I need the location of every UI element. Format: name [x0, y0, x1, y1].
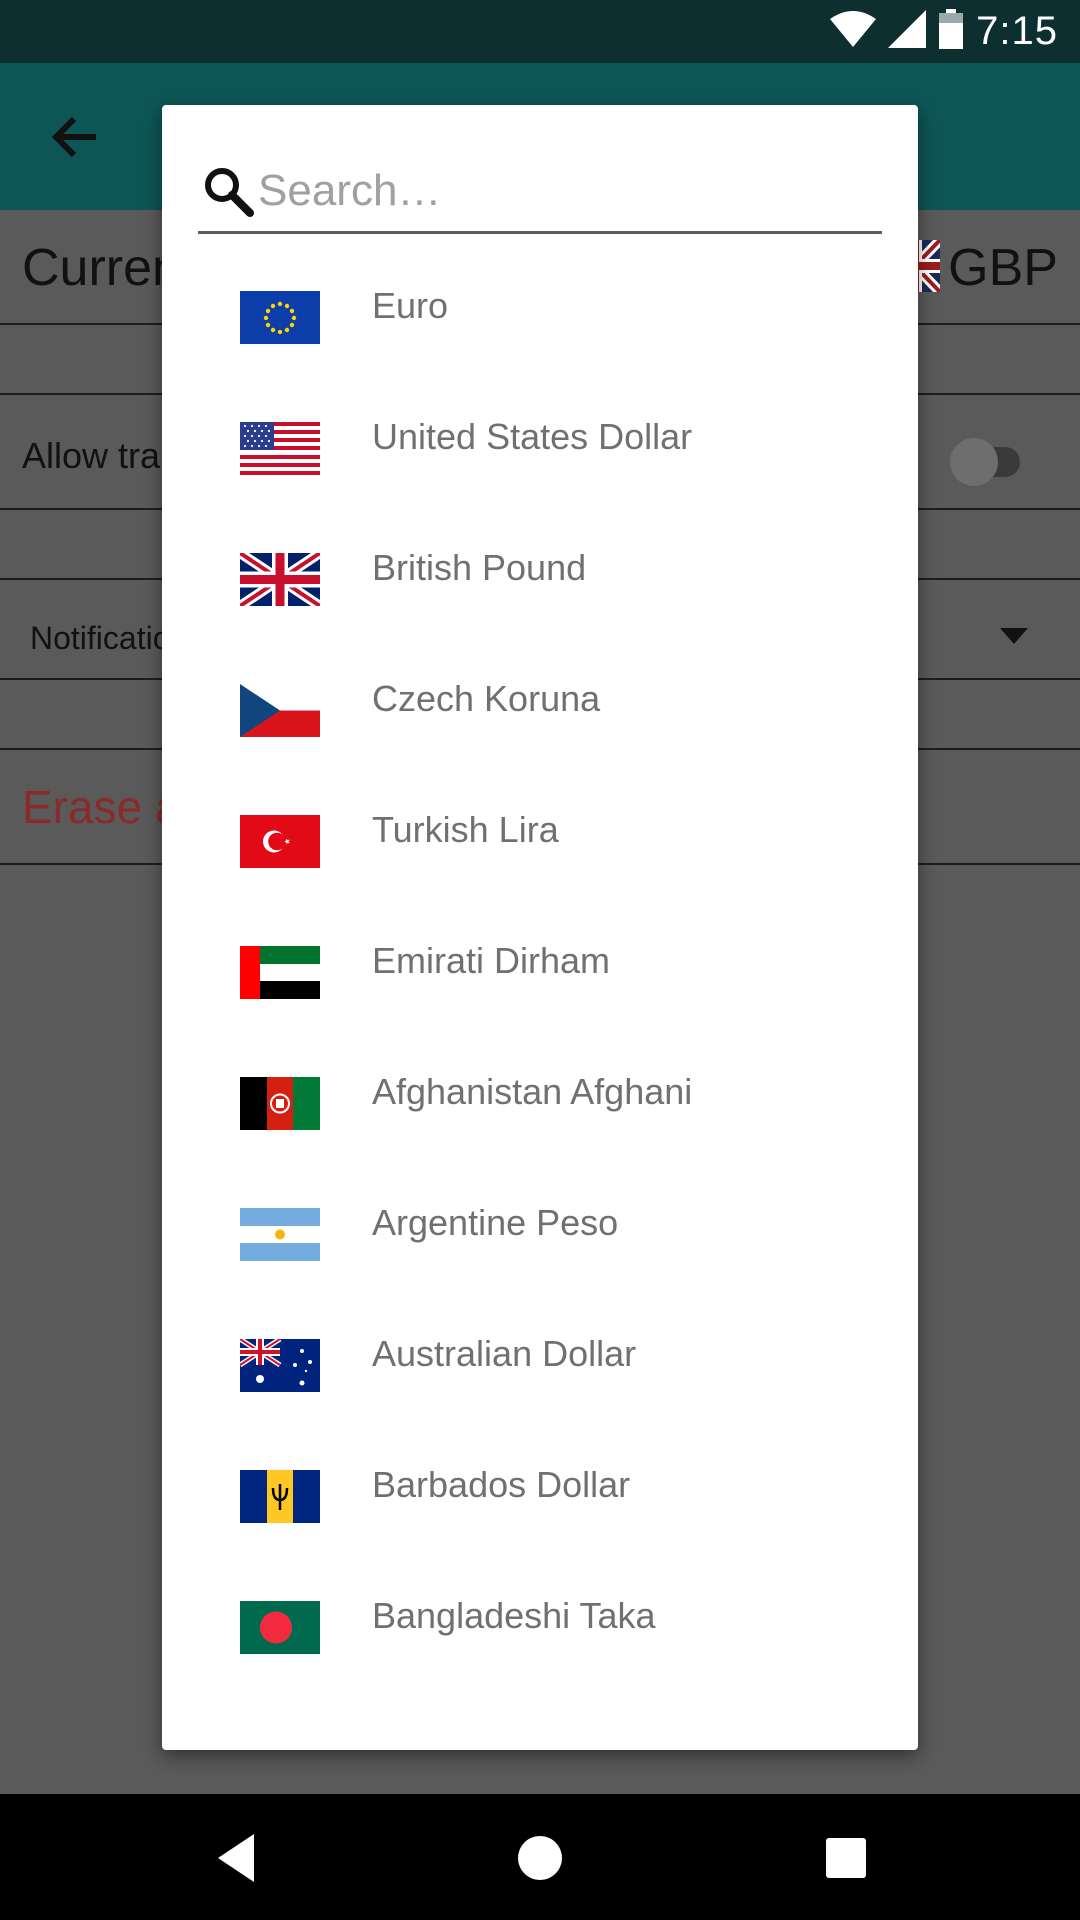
- list-item[interactable]: Euro: [162, 257, 918, 388]
- search-input[interactable]: [258, 159, 858, 223]
- currency-name: Afghanistan Afghani: [372, 1071, 693, 1112]
- currency-name: Argentine Peso: [372, 1202, 619, 1243]
- list-item[interactable]: Argentine Peso: [162, 1174, 918, 1305]
- currency-name: United States Dollar: [372, 416, 693, 457]
- currency-name: Bangladeshi Taka: [372, 1595, 656, 1636]
- search-bar: [198, 155, 882, 234]
- currency-name: Barbados Dollar: [372, 1464, 631, 1505]
- currency-name: Turkish Lira: [372, 809, 559, 850]
- recents-square-icon[interactable]: [818, 1830, 874, 1886]
- af-flag-icon: [240, 1077, 320, 1130]
- us-flag-icon: [240, 422, 320, 475]
- list-item[interactable]: Bangladeshi Taka: [162, 1567, 918, 1698]
- list-item[interactable]: Afghanistan Afghani: [162, 1043, 918, 1174]
- list-item[interactable]: British Pound: [162, 519, 918, 650]
- eu-flag-icon: [240, 291, 320, 344]
- back-triangle-icon[interactable]: [212, 1830, 268, 1886]
- currency-name: British Pound: [372, 547, 587, 588]
- status-time: 7:15: [976, 9, 1058, 53]
- bd-flag-icon: [240, 1601, 320, 1654]
- home-circle-icon[interactable]: [512, 1830, 568, 1886]
- list-item[interactable]: Emirati Dirham: [162, 912, 918, 1043]
- currency-name: Australian Dollar: [372, 1333, 637, 1374]
- currency-picker-dialog: Euro United States Dollar: [162, 105, 918, 1750]
- list-item[interactable]: Czech Koruna: [162, 650, 918, 781]
- currency-name: Euro: [372, 285, 449, 326]
- list-item[interactable]: Turkish Lira: [162, 781, 918, 912]
- ae-flag-icon: [240, 946, 320, 999]
- arrow-back-icon[interactable]: [48, 109, 104, 165]
- currency-name: Emirati Dirham: [372, 940, 611, 981]
- au-flag-icon: [240, 1339, 320, 1392]
- currency-name: Czech Koruna: [372, 678, 601, 719]
- cz-flag-icon: [240, 684, 320, 737]
- cellular-signal-icon: [888, 10, 927, 53]
- navigation-bar: [0, 1794, 1080, 1920]
- list-item[interactable]: United States Dollar: [162, 388, 918, 519]
- gb-flag-icon: [240, 553, 320, 606]
- list-item[interactable]: Barbados Dollar: [162, 1436, 918, 1567]
- battery-icon: [938, 9, 964, 54]
- list-item[interactable]: Australian Dollar: [162, 1305, 918, 1436]
- chevron-down-icon[interactable]: [1000, 628, 1028, 649]
- bb-flag-icon: [240, 1470, 320, 1523]
- status-icons: 7:15: [830, 0, 1080, 63]
- wifi-icon: [830, 11, 877, 52]
- allow-toggle[interactable]: [948, 437, 1028, 486]
- tr-flag-icon: [240, 815, 320, 868]
- search-icon: [202, 165, 254, 217]
- currency-value: GBP: [948, 239, 1058, 297]
- status-bar: 7:15: [0, 0, 1080, 63]
- ar-flag-icon: [240, 1208, 320, 1261]
